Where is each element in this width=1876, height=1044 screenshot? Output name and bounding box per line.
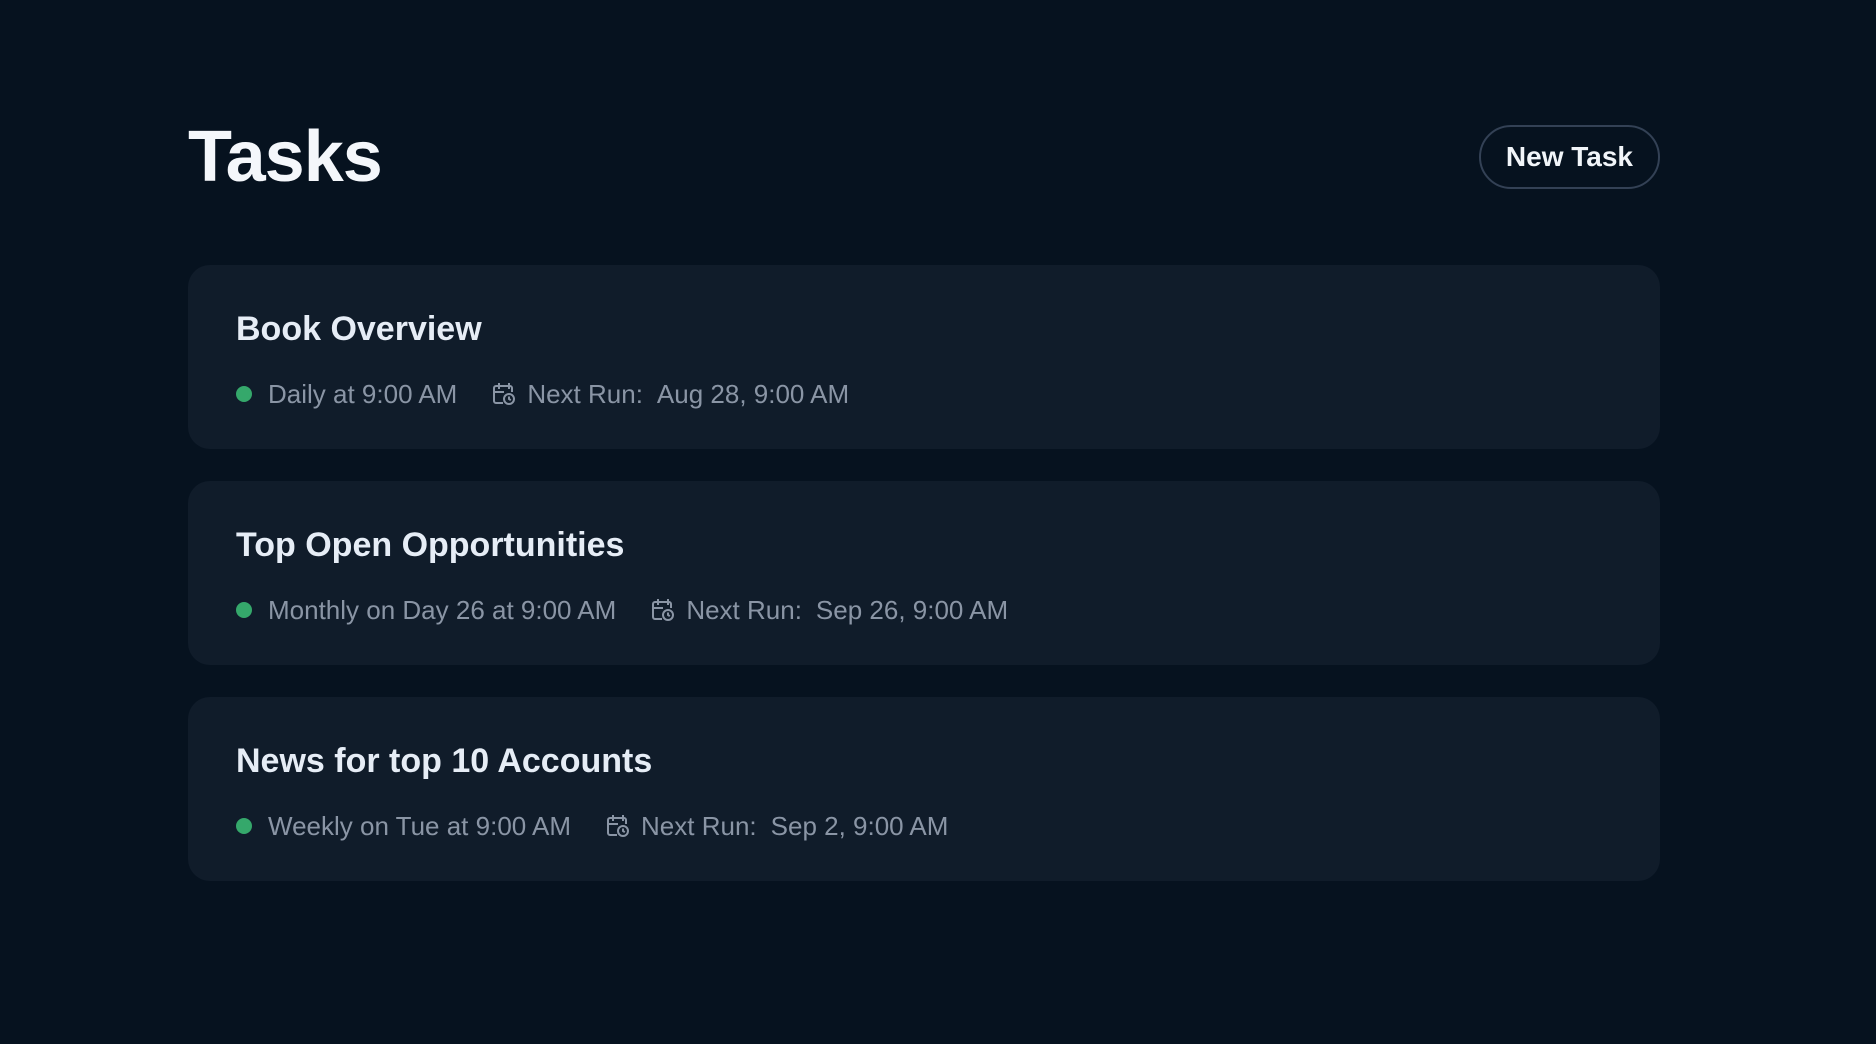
- task-card-news-top-accounts[interactable]: News for top 10 Accounts Weekly on Tue a…: [188, 697, 1660, 881]
- next-run-value: Sep 2, 9:00 AM: [770, 810, 949, 841]
- task-title: News for top 10 Accounts: [236, 742, 653, 780]
- task-title: Book Overview: [236, 310, 482, 348]
- task-meta: Daily at 9:00 AM Next Run: Aug 28, 9:00 …: [236, 376, 1612, 412]
- task-card-book-overview[interactable]: Book Overview Daily at 9:00 AM Next Run:…: [188, 265, 1660, 449]
- next-run-label: Next Run:: [686, 594, 802, 625]
- task-schedule: Weekly on Tue at 9:00 AM: [268, 810, 572, 841]
- task-meta: Monthly on Day 26 at 9:00 AM Next Run: S…: [236, 592, 1612, 628]
- next-run-value: Sep 26, 9:00 AM: [815, 594, 1009, 625]
- page-title: Tasks: [188, 117, 383, 197]
- next-run-label: Next Run:: [527, 378, 643, 409]
- task-card-top-open-opportunities[interactable]: Top Open Opportunities Monthly on Day 26…: [188, 481, 1660, 665]
- task-list: Book Overview Daily at 9:00 AM Next Run:…: [188, 265, 1660, 881]
- task-schedule: Daily at 9:00 AM: [268, 378, 458, 409]
- task-title: Top Open Opportunities: [236, 526, 625, 564]
- status-dot-icon: [236, 602, 252, 618]
- page-header: Tasks New Task: [188, 112, 1660, 202]
- new-task-button[interactable]: New Task: [1478, 125, 1660, 189]
- task-meta: Weekly on Tue at 9:00 AM Next Run: Sep 2…: [236, 808, 1612, 844]
- next-run-label: Next Run:: [641, 810, 757, 841]
- task-schedule: Monthly on Day 26 at 9:00 AM: [268, 594, 617, 625]
- status-dot-icon: [236, 818, 252, 834]
- next-run-value: Aug 28, 9:00 AM: [656, 378, 850, 409]
- status-dot-icon: [236, 386, 252, 402]
- calendar-clock-icon: [491, 381, 517, 407]
- calendar-clock-icon: [650, 597, 676, 623]
- calendar-clock-icon: [605, 813, 631, 839]
- tasks-page: Tasks New Task Book Overview Daily at 9:…: [0, 0, 1876, 1044]
